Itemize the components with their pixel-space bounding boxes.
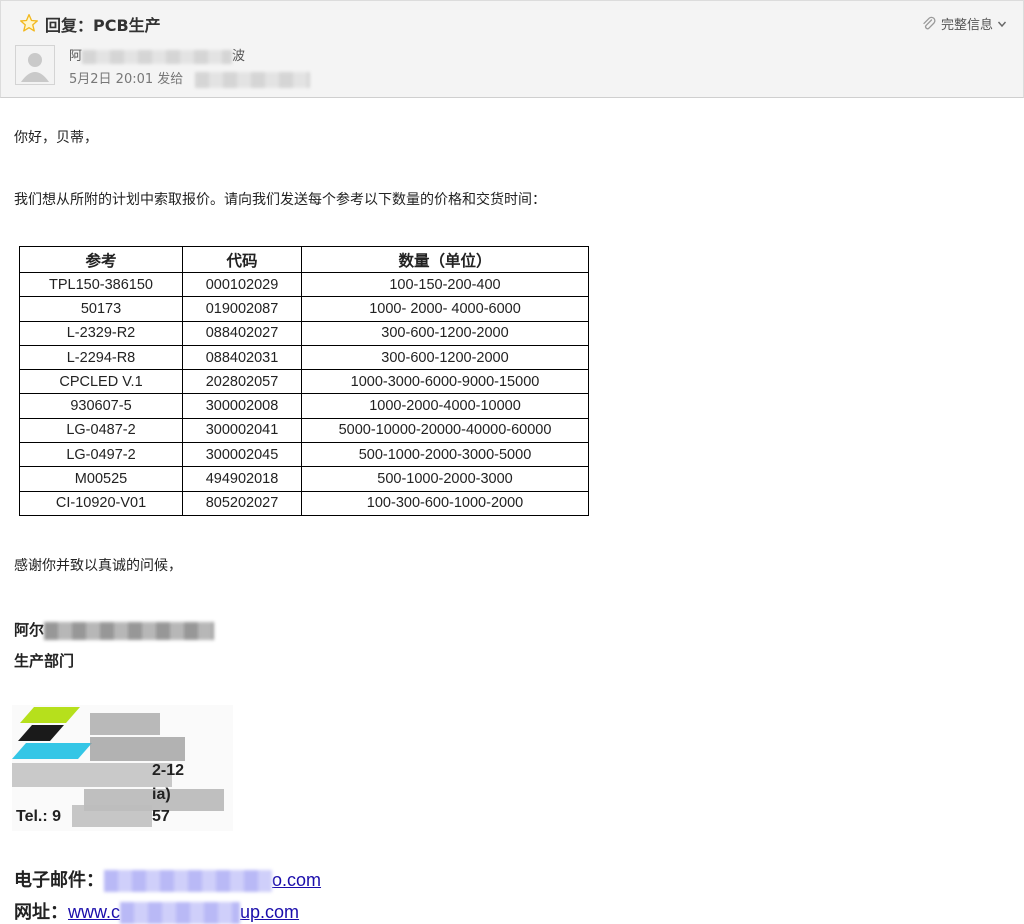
header-reference: 参考 — [19, 246, 183, 273]
cell-quantity: 100-150-200-400 — [301, 271, 589, 298]
cell-code: 300002045 — [182, 442, 302, 468]
cell-code: 019002087 — [182, 296, 302, 322]
cell-reference: M00525 — [19, 466, 183, 492]
table-row: 50173 019002087 1000- 2000- 4000-6000 — [19, 296, 589, 322]
avatar[interactable] — [15, 45, 55, 85]
cell-code: 300002008 — [182, 393, 302, 419]
email-subject: 回复：PCB生产 — [45, 16, 161, 35]
signature-name: 阿尔 — [14, 619, 215, 640]
logo-number-fragment: 2-12 — [152, 762, 184, 779]
website-line: 网址：www.c up.com — [14, 898, 299, 924]
full-info-label: 完整信息 — [940, 18, 993, 33]
message-header: 回复：PCB生产 完整信息 阿波 5月2日 20:01 发给 — [0, 0, 1024, 98]
send-info: 5月2日 20:01 发给 — [69, 68, 311, 88]
closing-text: 感谢你并致以真诚的问候， — [14, 558, 182, 574]
table-row: CI-10920-V01 805202027 100-300-600-1000-20… — [19, 490, 589, 516]
website-start: www.c — [68, 902, 121, 922]
request-text: 我们想从所附的计划中索取报价。请向我们发送每个参考以下数量的价格和交货时间： — [14, 192, 546, 208]
full-info-button[interactable]: 完整信息 — [921, 14, 1007, 33]
header-code: 代码 — [182, 246, 302, 273]
cell-reference: CI-10920-V01 — [19, 490, 183, 516]
email-visible-end: o.com — [272, 870, 322, 890]
paperclip-icon — [923, 16, 936, 29]
email-link[interactable]: o.com — [104, 870, 322, 893]
cell-reference: 50173 — [19, 296, 183, 322]
sender-prefix: 阿 — [69, 49, 83, 64]
cell-code: 202802057 — [182, 369, 302, 395]
website-link[interactable]: www.c up.com — [68, 902, 300, 924]
cell-quantity: 500-1000-2000-3000-5000 — [301, 442, 589, 468]
cell-code: 300002041 — [182, 417, 302, 444]
greeting-text: 你好，贝蒂， — [14, 130, 98, 146]
company-logo: 2-12 ia) Tel.: 9 57 — [12, 707, 224, 827]
table-row: 930607-5 300002008 1000-2000-4000-10000 — [19, 393, 589, 419]
cell-code: 494902018 — [182, 466, 302, 492]
website-end: up.com — [240, 902, 300, 922]
cell-reference: L-2294-R8 — [19, 344, 183, 371]
header-quantity: 数量（单位） — [301, 246, 589, 273]
website-label: 网址： — [14, 902, 68, 923]
cell-quantity: 5000-10000-20000-40000-60000 — [301, 417, 589, 444]
email-line: 电子邮件： o.com — [14, 866, 322, 893]
cell-quantity: 500-1000-2000-3000 — [301, 466, 589, 492]
cell-reference: 930607-5 — [19, 393, 183, 419]
sender-suffix: 波 — [232, 49, 246, 64]
cell-reference: L-2329-R2 — [19, 320, 183, 346]
cell-code: 805202027 — [182, 490, 302, 516]
table-row: L-2294-R8 088402031 300-600-1200-2000 — [19, 344, 589, 371]
company-logo-block: 2-12 ia) Tel.: 9 57 — [12, 705, 233, 831]
redacted-email — [104, 870, 272, 893]
email-label: 电子邮件： — [14, 870, 104, 891]
cell-code: 000102029 — [182, 271, 302, 298]
table-row: M00525 494902018 500-1000-2000-3000 — [19, 466, 589, 492]
cell-reference: CPCLED V.1 — [19, 369, 183, 395]
logo-ia-fragment: ia) — [152, 786, 171, 803]
logo-tel-fragment: Tel.: 9 — [16, 808, 61, 825]
cell-quantity: 300-600-1200-2000 — [301, 344, 589, 371]
quote-table: 参考 代码 数量（单位） TPL150-386150 000102029 100-1… — [19, 246, 589, 516]
redacted-recipient — [195, 71, 311, 88]
redacted-sender — [82, 49, 233, 64]
table-row: LG-0497-2 300002045 500-1000-2000-3000-500… — [19, 442, 589, 468]
cell-reference: LG-0497-2 — [19, 442, 183, 468]
sent-to-label: 发给 — [157, 72, 184, 87]
star-icon[interactable] — [19, 13, 39, 33]
logo-tel-end-fragment: 57 — [152, 808, 170, 825]
cell-quantity: 1000- 2000- 4000-6000 — [301, 296, 589, 322]
sender-name[interactable]: 阿波 — [69, 45, 245, 64]
cell-code: 088402031 — [182, 344, 302, 371]
cell-code: 088402027 — [182, 320, 302, 346]
cell-quantity: 100-300-600-1000-2000 — [301, 490, 589, 516]
user-silhouette-icon — [16, 46, 54, 84]
cell-quantity: 300-600-1200-2000 — [301, 320, 589, 346]
chevron-down-icon — [997, 21, 1007, 27]
cell-reference: TPL150-386150 — [19, 271, 183, 298]
redacted-website — [120, 902, 241, 924]
table-header-row: 参考 代码 数量（单位） — [19, 246, 589, 273]
table-row: CPCLED V.1 202802057 1000-3000-6000-9000-1… — [19, 369, 589, 395]
table-row: TPL150-386150 000102029 100-150-200-400 — [19, 271, 589, 298]
cell-reference: LG-0487-2 — [19, 417, 183, 444]
table-row: L-2329-R2 088402027 300-600-1200-2000 — [19, 320, 589, 346]
signature-department: 生产部门 — [14, 652, 75, 670]
table-row: LG-0487-2 300002041 5000-10000-20000-40000… — [19, 417, 589, 444]
cell-quantity: 1000-2000-4000-10000 — [301, 393, 589, 419]
redacted-name — [44, 621, 215, 640]
send-date: 5月2日 20:01 — [69, 72, 154, 87]
cell-quantity: 1000-3000-6000-9000-15000 — [301, 369, 589, 395]
signature-name-prefix: 阿尔 — [14, 621, 45, 639]
